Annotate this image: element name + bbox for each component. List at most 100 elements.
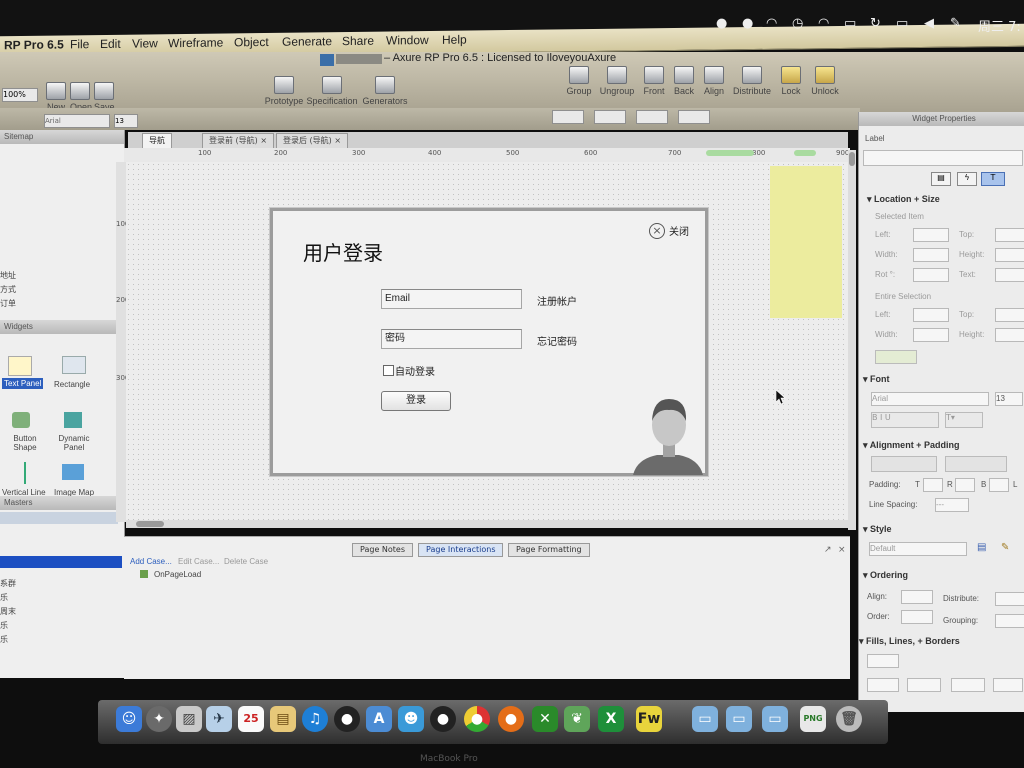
scroll-thumb[interactable] xyxy=(136,521,164,527)
png-file-icon[interactable]: PNG xyxy=(800,706,826,732)
wifi-tray-icon[interactable]: ◠ xyxy=(766,16,777,31)
order-select[interactable] xyxy=(901,610,933,624)
line-spacing-select[interactable]: --- xyxy=(935,498,969,512)
arrow-style-picker[interactable] xyxy=(993,678,1023,692)
fireworks-icon[interactable]: Fw xyxy=(636,706,662,732)
vertical-align-buttons[interactable] xyxy=(945,456,1007,472)
login-dialog-widget[interactable]: 用户登录 × 关闭 Email 注册帐户 密码 忘记密码 自动登录 登录 xyxy=(270,208,708,476)
interactions-tab-icon[interactable]: ϟ xyxy=(957,172,977,186)
qq-icon-2[interactable]: ● xyxy=(430,706,456,732)
chrome-icon[interactable]: ● xyxy=(464,706,490,732)
font-size-select[interactable]: 13 xyxy=(995,392,1023,406)
font-family-select[interactable]: Arial xyxy=(871,392,989,406)
sync-icon[interactable]: ↻ xyxy=(870,16,881,31)
menu-share[interactable]: Share xyxy=(342,34,374,48)
sel-top-input[interactable] xyxy=(995,308,1024,322)
tab-page-interactions[interactable]: Page Interactions xyxy=(418,543,504,557)
tab-before-login[interactable]: 登录前 (导航) × xyxy=(202,133,275,149)
menu-generate[interactable]: Generate xyxy=(282,34,332,49)
padding-bottom-input[interactable] xyxy=(989,478,1009,492)
tab-nav[interactable]: 导航 xyxy=(142,133,172,149)
menu-object[interactable]: Object xyxy=(234,35,269,49)
preview-icon[interactable]: ▨ xyxy=(176,706,202,732)
close-link[interactable]: 关闭 xyxy=(669,223,689,238)
x-input[interactable] xyxy=(552,110,584,124)
applications-folder-icon[interactable]: ▭ xyxy=(692,706,718,732)
close-icon[interactable]: × xyxy=(838,545,846,555)
add-case-link[interactable]: Add Case... xyxy=(130,557,172,566)
label-input[interactable] xyxy=(863,150,1023,166)
distribute-button[interactable]: Distribute xyxy=(730,66,774,96)
canvas-scrollbar-vertical[interactable] xyxy=(848,150,856,530)
sel-height-input[interactable] xyxy=(995,328,1024,342)
widget-button-shape[interactable]: Button Shape xyxy=(10,434,40,452)
documents-folder-icon[interactable]: ▭ xyxy=(726,706,752,732)
clock-text[interactable]: 周三 7: xyxy=(978,16,1021,35)
h-input[interactable] xyxy=(678,110,710,124)
widget-dynamic-panel[interactable]: Dynamic Panel xyxy=(56,434,92,452)
padding-right-input[interactable] xyxy=(955,478,975,492)
grouping-select[interactable] xyxy=(995,614,1024,628)
line-color-picker[interactable] xyxy=(867,678,899,692)
padding-top-input[interactable] xyxy=(923,478,943,492)
green-x-app-icon[interactable]: ✕ xyxy=(532,706,558,732)
y-input[interactable] xyxy=(594,110,626,124)
style-edit-icon[interactable]: ▤ xyxy=(977,542,986,553)
menu-wireframe[interactable]: Wireframe xyxy=(168,36,223,51)
tab-page-formatting[interactable]: Page Formatting xyxy=(508,543,590,557)
align-button[interactable]: Align xyxy=(700,66,728,96)
qq-tray-icon-2[interactable]: ● xyxy=(742,16,753,31)
mail-icon[interactable]: ✈ xyxy=(206,706,232,732)
style-select[interactable]: Default xyxy=(869,542,967,556)
left-input[interactable] xyxy=(913,228,949,242)
sitemap-item[interactable]: 地址 xyxy=(0,270,16,281)
display-icon[interactable]: ▭ xyxy=(844,16,856,31)
notes-icon[interactable]: ▤ xyxy=(270,706,296,732)
tab-page-notes[interactable]: Page Notes xyxy=(352,543,414,557)
format-painter-icon[interactable]: ✎ xyxy=(1001,542,1009,553)
downloads-folder-icon[interactable]: ▭ xyxy=(762,706,788,732)
close-icon[interactable]: × xyxy=(260,136,267,145)
format-tab-icon[interactable]: T xyxy=(981,172,1005,186)
menu-file[interactable]: File xyxy=(70,37,89,51)
menu-edit[interactable]: Edit xyxy=(100,37,121,51)
sel-left-input[interactable] xyxy=(913,308,949,322)
sitemap-item[interactable]: 订单 xyxy=(0,298,16,309)
master-item[interactable]: 周末 xyxy=(0,606,16,617)
zoom-select[interactable]: 100% xyxy=(2,88,38,102)
battery-icon[interactable]: ▭ xyxy=(896,16,908,31)
login-button[interactable]: 登录 xyxy=(381,391,451,411)
app-menu[interactable]: RP Pro 6.5 xyxy=(4,37,64,52)
pop-out-icon[interactable]: ↗ xyxy=(824,545,832,555)
sitemap-item[interactable]: 方式 xyxy=(0,284,16,295)
edit-case-link[interactable]: Edit Case... xyxy=(178,557,219,566)
ungroup-button[interactable]: Ungroup xyxy=(598,66,636,96)
selected-master-row[interactable] xyxy=(0,556,122,568)
distribute-select[interactable] xyxy=(995,592,1024,606)
font-family-select[interactable]: Arial xyxy=(44,114,110,128)
widget-text-panel[interactable]: Text Panel xyxy=(2,378,44,389)
scroll-thumb[interactable] xyxy=(849,152,855,166)
qq-tray-icon[interactable]: ● xyxy=(716,16,727,31)
tab-after-login[interactable]: 登录后 (导航) × xyxy=(276,133,349,149)
back-button[interactable]: Back xyxy=(670,66,698,96)
lock-button[interactable]: Lock xyxy=(778,66,804,96)
forgot-password-link[interactable]: 忘记密码 xyxy=(537,333,577,348)
close-icon[interactable]: × xyxy=(334,136,341,145)
text-color-button[interactable]: T▾ xyxy=(945,412,983,428)
w-input[interactable] xyxy=(636,110,668,124)
remember-checkbox[interactable] xyxy=(383,365,394,376)
location-size-section[interactable]: ▾ Location + Size xyxy=(867,194,940,205)
style-section[interactable]: ▾ Style xyxy=(863,524,892,535)
email-field[interactable]: Email xyxy=(381,289,522,309)
specification-button[interactable]: Specification xyxy=(306,76,358,106)
input-method-icon[interactable]: ✎ xyxy=(950,16,961,31)
prototype-button[interactable]: Prototype xyxy=(264,76,304,106)
launchpad-icon[interactable]: ✦ xyxy=(146,706,172,732)
font-section[interactable]: ▾ Font xyxy=(863,374,890,385)
line-width-picker[interactable] xyxy=(907,678,941,692)
ordering-section[interactable]: ▾ Ordering xyxy=(863,570,908,581)
horizontal-align-buttons[interactable] xyxy=(871,456,937,472)
firefox-icon[interactable]: ● xyxy=(498,706,524,732)
clock-tray-icon[interactable]: ◷ xyxy=(792,16,803,31)
